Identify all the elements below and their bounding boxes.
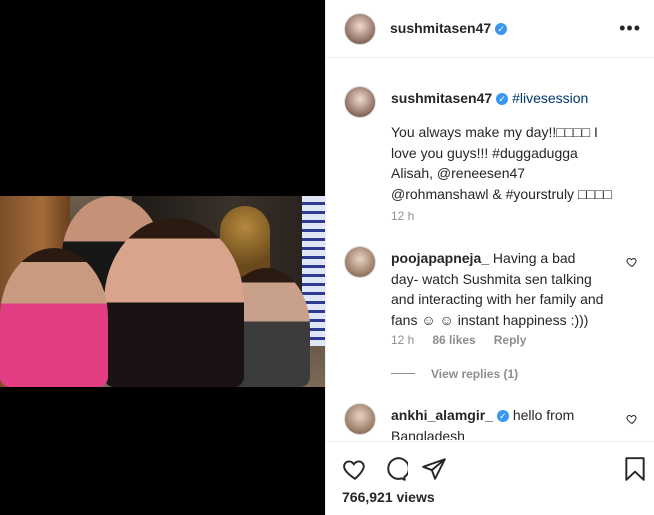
post-sidebar: sushmitasen47 ✓ ••• sushmitasen47 ✓ #lives… <box>325 0 654 515</box>
verified-badge-icon: ✓ <box>495 23 508 35</box>
comment-icon[interactable] <box>382 456 408 482</box>
caption-hashtag[interactable]: #livesession <box>512 90 588 106</box>
commenter-avatar[interactable] <box>344 246 376 278</box>
view-replies-button[interactable]: View replies (1) <box>391 367 518 381</box>
like-comment-icon[interactable] <box>626 256 638 268</box>
commenter-avatar[interactable] <box>344 403 376 435</box>
reply-button[interactable]: Reply <box>494 333 527 347</box>
video-player[interactable] <box>0 0 325 515</box>
bookmark-icon[interactable] <box>622 456 648 482</box>
caption-text: You always make my day!!□□□□ I love you … <box>391 124 612 202</box>
caption-username[interactable]: sushmitasen47 <box>391 90 492 106</box>
comments-list[interactable]: sushmitasen47 ✓ #livesession You always m… <box>326 58 654 440</box>
caption-timestamp: 12 h <box>391 209 415 223</box>
share-icon[interactable] <box>421 456 447 482</box>
heart-icon[interactable] <box>342 456 368 482</box>
verified-badge-icon: ✓ <box>496 410 509 422</box>
author-avatar[interactable] <box>344 13 376 45</box>
commenter-username[interactable]: poojapapneja_ <box>391 250 489 266</box>
post-actions-bar: 766,921 views <box>326 441 654 515</box>
comment-likes[interactable]: 86 likes <box>432 333 475 347</box>
post-header: sushmitasen47 ✓ ••• <box>326 0 654 58</box>
commenter-username[interactable]: ankhi_alamgir_ <box>391 407 493 423</box>
like-comment-icon[interactable] <box>626 413 638 425</box>
more-options-button[interactable]: ••• <box>619 18 641 39</box>
view-count: 766,921 views <box>342 489 435 505</box>
author-username[interactable]: sushmitasen47 ✓ <box>390 20 508 36</box>
video-frame <box>0 196 325 387</box>
comment-timestamp: 12 h <box>391 333 415 347</box>
verified-badge-icon: ✓ <box>496 93 509 105</box>
caption-avatar[interactable] <box>344 86 376 118</box>
